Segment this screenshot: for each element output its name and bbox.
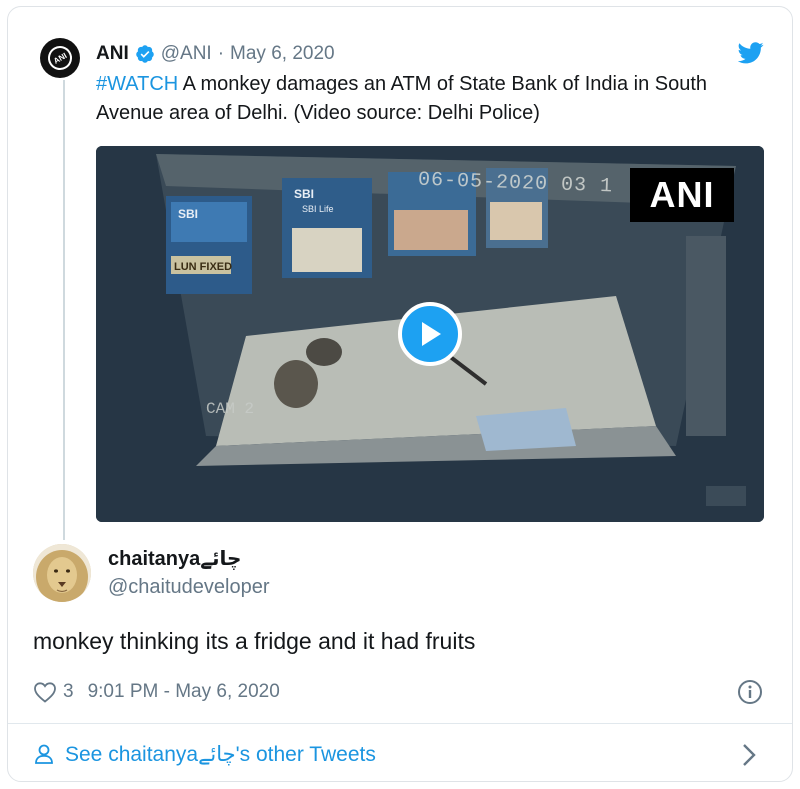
poster-text-3: SBI Life — [302, 204, 334, 214]
play-button[interactable] — [398, 302, 462, 366]
verified-badge-icon — [135, 45, 154, 63]
see-other-tweets-link[interactable]: See chaitanyaچائے's other Tweets — [33, 738, 376, 770]
ani-avatar[interactable]: ANI — [40, 38, 80, 78]
cctv-camera-label: CAM 2 — [206, 400, 255, 418]
thread-connector-line — [63, 80, 65, 540]
heart-icon[interactable] — [33, 681, 57, 703]
tweet-actions-row: 3 9:01 PM - May 6, 2020 — [33, 678, 280, 706]
ani-logo: ANI — [43, 41, 77, 75]
poster-text-1: SBI — [178, 207, 198, 221]
chevron-right-icon[interactable] — [740, 742, 758, 768]
quoted-author-name[interactable]: ANI — [96, 43, 129, 65]
quoted-tweet-date[interactable]: May 6, 2020 — [230, 43, 335, 65]
quoted-tweet-text: #WATCH A monkey damages an ATM of State … — [96, 70, 756, 128]
header-separator: · — [217, 43, 225, 64]
person-icon — [35, 744, 53, 764]
reply-author-handle[interactable]: @chaitudeveloper — [108, 576, 270, 599]
footer-divider — [8, 723, 792, 724]
play-icon — [422, 322, 441, 346]
reply-timestamp[interactable]: 9:01 PM - May 6, 2020 — [88, 681, 280, 703]
see-other-tweets-label: See chaitanyaچائے's other Tweets — [65, 742, 376, 766]
lion-avatar-image — [33, 544, 91, 602]
reply-tweet-text: monkey thinking its a fridge and it had … — [33, 628, 476, 654]
quoted-tweet-body: A monkey damages an ATM of State Bank of… — [96, 73, 708, 124]
quoted-tweet-header: ANI @ANI · May 6, 2020 — [96, 41, 335, 67]
poster-text-4: LUN FIXED — [174, 261, 232, 273]
poster-text-2: SBI — [294, 187, 314, 201]
hashtag-link[interactable]: #WATCH — [96, 73, 178, 95]
video-player[interactable]: SBI LUN FIXED SBI SBI Life 06-05-2020 03… — [96, 146, 764, 522]
ani-watermark: ANI — [630, 168, 734, 222]
info-icon[interactable] — [737, 679, 763, 705]
quoted-author-handle[interactable]: @ANI — [161, 43, 212, 65]
like-count[interactable]: 3 — [63, 681, 74, 703]
twitter-bird-icon[interactable] — [738, 42, 764, 64]
reply-author-name[interactable]: chaitanyaچائے — [108, 546, 241, 571]
reply-author-avatar[interactable] — [33, 544, 91, 602]
